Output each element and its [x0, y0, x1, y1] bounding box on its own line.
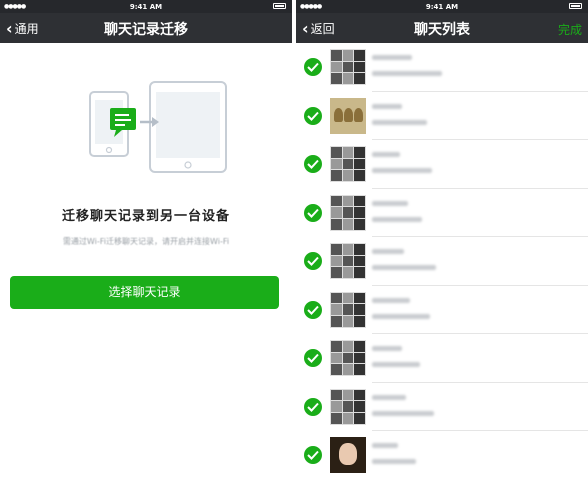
migration-screen: ●●●●● 9:41 AM ‹ 通用 聊天记录迁移 迁移聊天记录到另一台设备 需…	[0, 0, 292, 479]
chat-preview-redacted	[372, 362, 420, 367]
status-bar: ●●●●● 9:41 AM	[296, 0, 588, 13]
status-bar: ●●●●● 9:41 AM	[0, 0, 292, 13]
navbar: ‹ 通用 聊天记录迁移	[0, 13, 292, 43]
avatar	[330, 49, 366, 85]
wifi-hint: 需通过Wi-Fi迁移聊天记录，请开启并连接Wi-Fi	[62, 237, 230, 246]
status-time: 9:41 AM	[129, 3, 163, 11]
checkmark-icon[interactable]	[304, 155, 322, 173]
chat-row[interactable]	[296, 334, 588, 383]
chat-preview-redacted	[372, 119, 427, 125]
chat-preview-redacted	[372, 216, 422, 222]
avatar	[330, 146, 366, 182]
chat-preview-redacted	[372, 410, 434, 416]
page-title: 聊天列表	[414, 22, 470, 38]
select-chats-button[interactable]: 选择聊天记录	[10, 276, 279, 309]
checkmark-icon[interactable]	[304, 300, 322, 319]
chat-preview-redacted	[372, 313, 430, 319]
avatar	[330, 97, 366, 134]
chat-preview-redacted	[372, 459, 416, 464]
chat-row[interactable]	[296, 431, 588, 479]
navbar: ‹ 返回 聊天列表 完成	[296, 13, 588, 43]
chat-name-redacted	[372, 443, 398, 448]
chat-row[interactable]	[296, 140, 588, 189]
chat-row[interactable]	[296, 286, 588, 334]
checkmark-icon[interactable]	[304, 349, 322, 367]
chat-row[interactable]	[296, 383, 588, 431]
migration-heading: 迁移聊天记录到另一台设备	[61, 209, 230, 224]
chat-row[interactable]	[296, 237, 588, 286]
phone-transfer-illustration	[89, 81, 227, 173]
battery-icon	[569, 3, 582, 9]
checkmark-icon[interactable]	[304, 58, 322, 76]
page-title: 聊天记录迁移	[104, 22, 188, 38]
avatar	[330, 340, 366, 376]
chat-name-redacted	[372, 152, 400, 157]
avatar	[330, 194, 366, 231]
chat-list-screen: ●●●●● 9:41 AM ‹ 返回 聊天列表 完成	[296, 0, 588, 479]
avatar	[330, 291, 366, 328]
chat-name-redacted	[372, 394, 406, 400]
checkmark-icon[interactable]	[304, 106, 322, 125]
chat-row[interactable]	[296, 92, 588, 140]
checkmark-icon[interactable]	[304, 397, 322, 416]
avatar	[330, 388, 366, 425]
chat-name-redacted	[372, 200, 408, 206]
checkmark-icon[interactable]	[304, 446, 322, 464]
checkmark-icon[interactable]	[304, 203, 322, 222]
checkmark-icon[interactable]	[304, 252, 322, 270]
chat-name-redacted	[372, 55, 412, 60]
done-button[interactable]: 完成	[558, 21, 582, 38]
avatar	[330, 437, 366, 473]
chat-list	[296, 43, 588, 479]
chat-preview-redacted	[372, 265, 436, 270]
chat-name-redacted	[372, 103, 402, 109]
chat-row[interactable]	[296, 189, 588, 237]
avatar	[330, 243, 366, 279]
chat-preview-redacted	[372, 168, 432, 173]
battery-icon	[273, 3, 286, 9]
chat-preview-redacted	[372, 71, 442, 76]
status-time: 9:41 AM	[425, 3, 459, 11]
chat-name-redacted	[372, 249, 404, 254]
chat-name-redacted	[372, 297, 410, 303]
chat-row[interactable]	[296, 43, 588, 92]
chat-name-redacted	[372, 346, 402, 351]
